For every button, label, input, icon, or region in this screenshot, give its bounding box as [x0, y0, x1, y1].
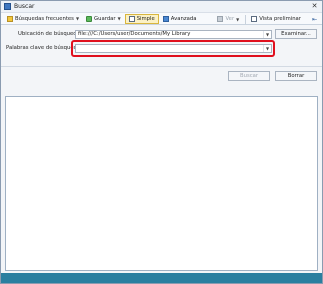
simple-search-label: Simple	[136, 15, 155, 22]
star-folder-icon	[7, 15, 13, 22]
toolbar: Búsquedas frecuentes ▼ Guardar ▼ Simple …	[1, 12, 322, 25]
view-label: Ver	[225, 16, 235, 22]
window-title: Buscar	[14, 3, 35, 10]
keywords-label: Palabras clave de búsqueda	[6, 45, 81, 51]
app-window-icon	[4, 3, 11, 10]
save-icon	[86, 15, 93, 22]
chevron-down-icon: ▼	[75, 16, 80, 21]
divider	[1, 66, 322, 67]
chevron-down-icon: ▼	[236, 16, 240, 22]
search-form: Ubicación de búsqueda file:///C:/Users/u…	[1, 26, 322, 66]
search-window: Buscar ✕ Búsquedas frecuentes ▼ Guardar …	[0, 0, 323, 284]
preview-icon	[251, 16, 258, 22]
advanced-search-label: Avanzada	[170, 15, 197, 22]
preview-button[interactable]: Vista preliminar	[248, 14, 304, 24]
frequent-searches-button[interactable]: Búsquedas frecuentes ▼	[4, 14, 82, 24]
chevron-down-icon: ▼	[117, 16, 121, 21]
location-combo[interactable]: file:///C:/Users/user/Documents/My Libra…	[75, 30, 272, 39]
chevron-down-icon[interactable]: ▼	[263, 31, 271, 38]
preview-label: Vista preliminar	[259, 16, 301, 22]
toolbar-divider	[245, 14, 247, 24]
search-button[interactable]: Buscar	[228, 71, 270, 81]
simple-search-tab[interactable]: Simple	[124, 13, 159, 24]
highlight-frame	[71, 40, 275, 57]
status-bar	[1, 273, 322, 283]
location-label: Ubicación de búsqueda	[18, 31, 80, 37]
toolbar-right-group: Ver ▼ Vista preliminar ⇤	[214, 14, 318, 24]
results-pane[interactable]	[5, 96, 318, 271]
view-icon	[217, 16, 224, 22]
view-button[interactable]: Ver ▼	[214, 14, 242, 24]
frequent-searches-label: Búsquedas frecuentes	[15, 15, 74, 22]
close-icon[interactable]: ✕	[310, 2, 319, 10]
advanced-search-tab[interactable]: Avanzada	[160, 14, 200, 24]
advanced-search-icon	[162, 15, 169, 22]
pin-icon[interactable]: ⇤	[311, 16, 318, 23]
location-value: file:///C:/Users/user/Documents/My Libra…	[78, 31, 191, 37]
simple-search-icon	[128, 15, 135, 22]
title-bar: Buscar ✕	[1, 1, 322, 12]
save-button[interactable]: Guardar ▼	[83, 14, 124, 24]
save-label: Guardar	[94, 15, 116, 22]
browse-button[interactable]: Examinar...	[275, 29, 317, 39]
clear-button[interactable]: Borrar	[275, 71, 317, 81]
